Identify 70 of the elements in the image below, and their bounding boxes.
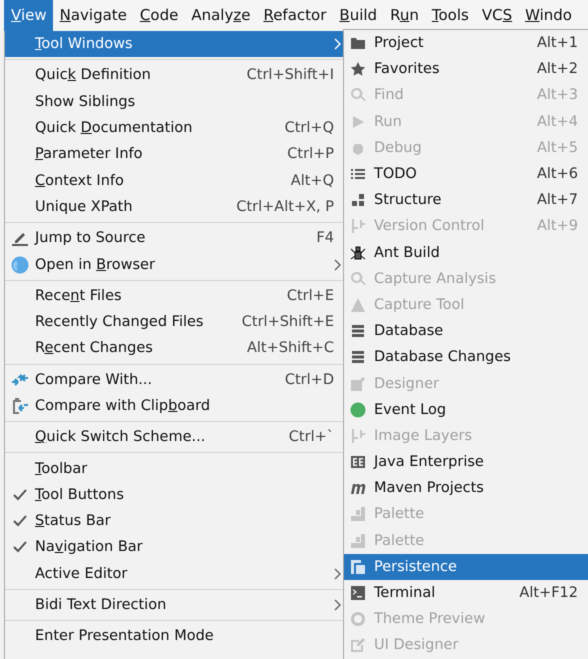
menu-item[interactable]: Quick Switch Scheme... Ctrl+` xyxy=(5,424,343,450)
menu-item[interactable]: Java Enterprise xyxy=(344,449,588,476)
menu-item[interactable]: Recent Changes Alt+Shift+C xyxy=(5,335,343,362)
menu-item[interactable]: Maven Projects xyxy=(344,475,588,502)
menu-bar-item[interactable]: Code xyxy=(132,0,184,31)
checkmark-icon xyxy=(13,488,27,501)
menu-item[interactable]: Database xyxy=(344,318,588,344)
branch-icon xyxy=(350,218,366,234)
ee-icon xyxy=(350,454,366,470)
menu-bar-item[interactable]: View xyxy=(4,0,53,31)
play-icon xyxy=(350,114,366,130)
menu-item[interactable]: Tool Windows xyxy=(5,31,343,58)
menu-item[interactable]: Jump to Source F4 xyxy=(5,225,343,252)
menu-bar-item[interactable]: Tools xyxy=(424,0,475,31)
compare-arrows-icon xyxy=(11,372,29,388)
menu-item[interactable]: Open in Browser xyxy=(5,251,343,278)
menu-item[interactable]: Parameter Info Ctrl+P xyxy=(5,141,343,168)
document-icon xyxy=(350,558,366,575)
menu-item[interactable]: Context Info Alt+Q xyxy=(5,167,343,194)
menu-item[interactable]: Database Changes xyxy=(344,344,588,370)
menu-item[interactable]: Enter Presentation Mode xyxy=(5,623,343,650)
database-icon xyxy=(350,349,366,366)
palette-icon xyxy=(350,532,366,549)
menu-bar-item[interactable]: Build xyxy=(332,0,384,31)
menu-bar-item[interactable]: Windo xyxy=(518,0,578,31)
terminal-icon xyxy=(350,585,366,602)
circle-icon xyxy=(350,402,366,418)
menu-item[interactable]: Active Editor xyxy=(5,560,343,587)
search-icon xyxy=(350,87,366,104)
database-icon xyxy=(350,323,366,340)
ant-icon xyxy=(350,244,366,261)
menu-item[interactable]: Project Alt+1 xyxy=(344,30,588,56)
palette-icon xyxy=(350,506,366,522)
menu-item[interactable]: Navigation Bar xyxy=(5,534,343,561)
menu-item[interactable]: Bidi Text Direction xyxy=(5,592,343,618)
edit-icon xyxy=(350,637,366,654)
menu-item[interactable]: Terminal Alt+F12 xyxy=(344,580,588,606)
menu-item[interactable]: Ant Build xyxy=(344,240,588,266)
menu-item[interactable]: Recently Changed Files Ctrl+Shift+E xyxy=(5,308,343,336)
menu-item[interactable]: Event Log xyxy=(344,396,588,423)
globe-icon xyxy=(11,256,29,274)
blocks-icon xyxy=(350,192,366,208)
menu-item[interactable]: Structure Alt+7 xyxy=(344,187,588,214)
menu-bar-item[interactable]: Analyze xyxy=(184,0,256,31)
menu-item[interactable]: Recent Files Ctrl+E xyxy=(5,282,343,309)
branch-icon xyxy=(350,428,366,444)
pencil-icon xyxy=(11,230,29,246)
menu-item[interactable]: Toolbar xyxy=(5,455,343,482)
menu-item[interactable]: Persistence xyxy=(344,554,588,580)
menu-item[interactable]: Compare with Clipboard xyxy=(5,392,343,420)
menu-item[interactable]: Quick Documentation Ctrl+Q xyxy=(5,114,343,142)
menu-item[interactable]: Show Siblings xyxy=(5,88,343,115)
menu-bar-item[interactable]: Refactor xyxy=(256,0,332,31)
menu-item[interactable]: TODO Alt+6 xyxy=(344,160,588,188)
menu-bar-item[interactable]: Run xyxy=(383,0,425,31)
menu-bar-item[interactable]: VCS xyxy=(474,0,518,31)
star-icon xyxy=(350,61,366,78)
menu-item[interactable]: Quick Definition Ctrl+Shift+I xyxy=(5,62,343,89)
menu-item[interactable]: Unique XPath Ctrl+Alt+X, P xyxy=(5,194,343,220)
menu-item[interactable]: Favorites Alt+2 xyxy=(344,56,588,82)
menu-item[interactable]: Status Bar xyxy=(5,508,343,534)
menu-bar-item[interactable]: Navigate xyxy=(52,0,133,31)
menu-item[interactable]: Compare With... Ctrl+D xyxy=(5,366,343,393)
warning-icon xyxy=(350,296,366,313)
search-icon xyxy=(350,270,366,287)
folder-icon xyxy=(350,35,366,52)
menu-item[interactable]: Tool Buttons xyxy=(5,482,343,508)
clipboard-arrows-icon xyxy=(11,397,29,415)
checkmark-icon xyxy=(13,541,27,554)
checkmark-icon xyxy=(13,515,27,528)
